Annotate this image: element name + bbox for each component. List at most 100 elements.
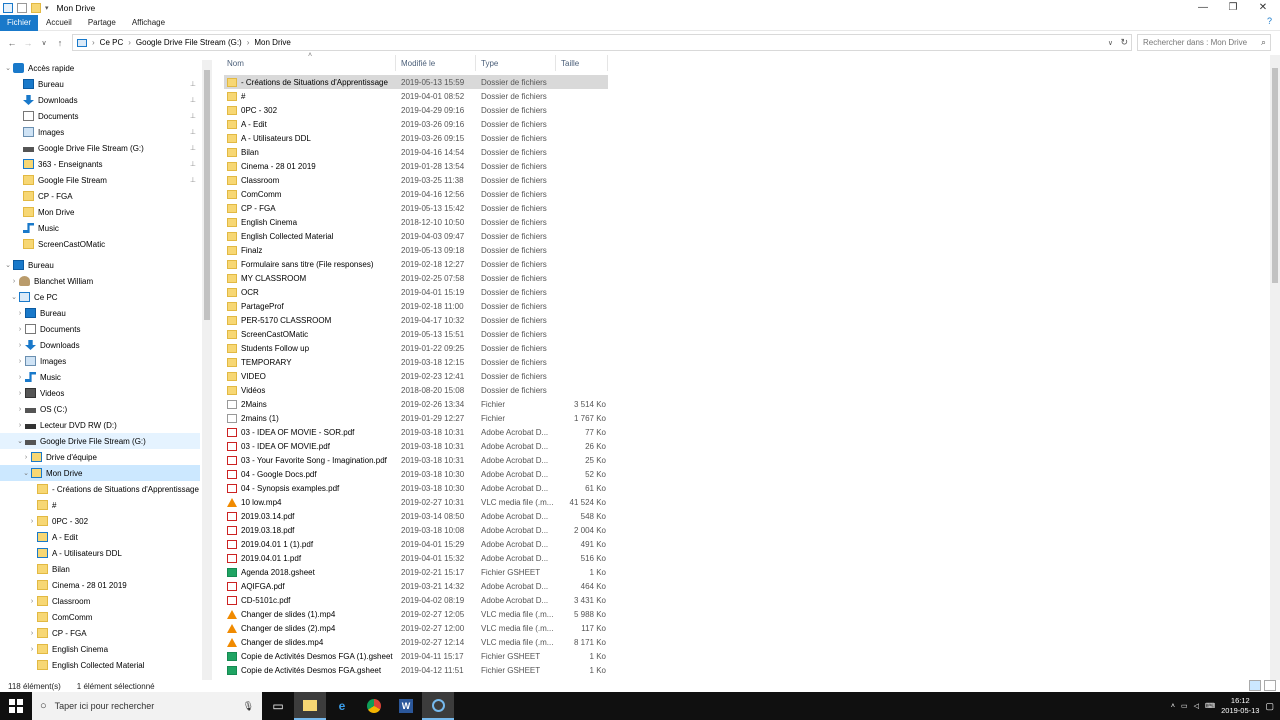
file-row[interactable]: Copie de Activités Desmos FGA (1).gsheet…	[224, 649, 608, 663]
chevron-right-icon[interactable]: ›	[15, 374, 25, 381]
file-row[interactable]: A - Edit 2019-03-26 09:16 Dossier de fichi…	[224, 117, 608, 131]
breadcrumb-mon-drive[interactable]: Mon Drive	[254, 38, 290, 47]
chevron-right-icon[interactable]: ›	[15, 326, 25, 333]
file-row[interactable]: 04 - Google Docs.pdf 2019-03-18 10:30 Adob…	[224, 467, 608, 481]
microphone-icon[interactable]: 🎙	[243, 701, 254, 712]
pin-icon[interactable]: ⊥	[190, 96, 196, 104]
volume-icon[interactable]: ◁	[1194, 702, 1199, 710]
chevron-down-icon[interactable]: ⌄	[3, 261, 13, 269]
chevron-right-icon[interactable]: ›	[27, 630, 37, 637]
file-row[interactable]: Formulaire sans titre (File responses) 20…	[224, 257, 608, 271]
customize-toolbar-chevron-icon[interactable]: ▾	[45, 4, 49, 12]
chevron-right-icon[interactable]: ›	[27, 646, 37, 653]
chevron-right-icon[interactable]: ›	[15, 390, 25, 397]
windows-start-icon[interactable]	[0, 692, 32, 720]
address-dropdown-icon[interactable]: ∨	[1108, 39, 1113, 47]
pin-icon[interactable]: ⊥	[190, 176, 196, 184]
file-row[interactable]: 03 - IDEA OF MOVIE.pdf 2019-03-18 10:31 Ad…	[224, 439, 608, 453]
pin-icon[interactable]: ⊥	[190, 128, 196, 136]
nav-item[interactable]: › Drive d'équipe	[0, 449, 200, 465]
nav-item[interactable]: ⌄ Accès rapide	[0, 60, 200, 76]
nav-item[interactable]: › English Cinema	[0, 641, 200, 657]
breadcrumb-google-drive[interactable]: Google Drive File Stream (G:)	[136, 38, 242, 47]
file-row[interactable]: 03 - IDEA OF MOVIE - SOR.pdf 2019-03-18 1…	[224, 425, 608, 439]
nav-item[interactable]: Music	[0, 220, 200, 236]
file-row[interactable]: 2019.03.18.pdf 2019-03-18 10:08 Adobe Acro…	[224, 523, 608, 537]
up-arrow-icon[interactable]: ↑	[52, 35, 68, 51]
tab-accueil[interactable]: Accueil	[38, 15, 80, 31]
file-row[interactable]: Agenda 2018.gsheet 2019-02-21 15:17 Fichie…	[224, 565, 608, 579]
nav-scrollbar-thumb[interactable]	[204, 70, 210, 320]
file-row[interactable]: 2Mains 2019-02-26 13:34 Fichier 3 514 Ko	[224, 397, 608, 411]
file-row[interactable]: Vidéos 2018-08-20 15:08 Dossier de fichier…	[224, 383, 608, 397]
file-row[interactable]: 04 - Synopsis examples.pdf 2019-03-18 10:…	[224, 481, 608, 495]
file-row[interactable]: MY CLASSROOM 2019-02-25 07:58 Dossier de f…	[224, 271, 608, 285]
nav-item[interactable]: - Créations de Situations d'Apprentissag…	[0, 481, 200, 497]
file-row[interactable]: ScreenCastOMatic 2019-05-13 15:51 Dossier …	[224, 327, 608, 341]
nav-item[interactable]: Images ⊥	[0, 124, 200, 140]
nav-item[interactable]: ⌄ Google Drive File Stream (G:)	[0, 433, 200, 449]
chevron-right-icon[interactable]: ›	[27, 518, 37, 525]
nav-item[interactable]: Bureau ⊥	[0, 76, 200, 92]
nav-item[interactable]: › 0PC - 302	[0, 513, 200, 529]
nav-item[interactable]: #	[0, 497, 200, 513]
file-row[interactable]: PartageProf 2019-02-18 11:00 Dossier de fi…	[224, 299, 608, 313]
nav-item[interactable]: › Documents	[0, 321, 200, 337]
refresh-icon[interactable]: ↻	[1120, 37, 1128, 48]
file-row[interactable]: - Créations de Situations d'Apprentissag…	[224, 75, 608, 89]
file-row[interactable]: Bilan 2019-04-16 14:54 Dossier de fichiers	[224, 145, 608, 159]
nav-item[interactable]: ⌄ Mon Drive	[0, 465, 200, 481]
clock[interactable]: 16:12 2019-05-13	[1221, 696, 1259, 716]
nav-item[interactable]: › OS (C:)	[0, 401, 200, 417]
chevron-right-icon[interactable]: ›	[15, 422, 25, 429]
nav-item[interactable]: Cinema - 28 01 2019	[0, 577, 200, 593]
large-icons-view-icon[interactable]	[1264, 680, 1276, 691]
chevron-right-icon[interactable]: ›	[9, 278, 19, 285]
file-explorer-taskbar-icon[interactable]	[294, 692, 326, 720]
column-header-date[interactable]: Modifié le	[396, 55, 476, 71]
nav-item[interactable]: Bilan	[0, 561, 200, 577]
tab-fichier[interactable]: Fichier	[0, 14, 39, 31]
chevron-right-icon[interactable]: ›	[15, 310, 25, 317]
nav-item[interactable]: Downloads ⊥	[0, 92, 200, 108]
word-app-icon[interactable]: W	[390, 692, 422, 720]
file-row[interactable]: #2019-04-01 08:52 Dossier de fichiers	[224, 89, 608, 103]
details-view-icon[interactable]	[1249, 680, 1261, 691]
nav-item[interactable]: › Videos	[0, 385, 200, 401]
nav-item[interactable]: ScreenCastOMatic	[0, 236, 200, 252]
file-row[interactable]: Classroom 2019-03-25 11:38 Dossier de fich…	[224, 173, 608, 187]
network-icon[interactable]: ▭	[1181, 702, 1188, 710]
file-row[interactable]: 10 low.mp4 2019-02-27 10:31 VLC media file…	[224, 495, 608, 509]
file-row[interactable]: 03 - Your Favorite Song - Imagination.pd…	[224, 453, 608, 467]
nav-item[interactable]: ⌄ Bureau	[0, 257, 200, 273]
file-row[interactable]: Students Follow up 2019-01-22 09:25 Dossie…	[224, 341, 608, 355]
nav-item[interactable]: Google File Stream ⊥	[0, 172, 200, 188]
nav-item[interactable]: Mon Drive	[0, 204, 200, 220]
pin-icon[interactable]: ⊥	[190, 144, 196, 152]
nav-item[interactable]: Documents ⊥	[0, 108, 200, 124]
file-row[interactable]: 2019.04.01 1.pdf 2019-04-01 15:32 Adobe Ac…	[224, 551, 608, 565]
nav-item[interactable]: A - Utilisateurs DDL	[0, 545, 200, 561]
recent-locations-chevron-icon[interactable]: ∨	[36, 35, 52, 51]
file-row[interactable]: A - Utilisateurs DDL 2019-03-26 09:15 Doss…	[224, 131, 608, 145]
chevron-right-icon[interactable]: ›	[27, 598, 37, 605]
help-icon[interactable]: ?	[1267, 16, 1272, 26]
nav-item[interactable]: › Images	[0, 353, 200, 369]
nav-item[interactable]: › CP - FGA	[0, 625, 200, 641]
pin-icon[interactable]: ⊥	[190, 160, 196, 168]
screen-recorder-icon[interactable]	[422, 692, 454, 720]
nav-item[interactable]: › Lecteur DVD RW (D:)	[0, 417, 200, 433]
tab-affichage[interactable]: Affichage	[124, 15, 173, 31]
nav-item[interactable]: CP - FGA	[0, 188, 200, 204]
file-row[interactable]: PER-5170 CLASSROOM 2019-04-17 10:32 Dossie…	[224, 313, 608, 327]
file-row[interactable]: CD-5101c.pdf 2019-04-02 08:19 Adobe Acroba…	[224, 593, 608, 607]
column-header-type[interactable]: Type	[476, 55, 556, 71]
task-view-icon[interactable]: ▭	[262, 692, 294, 720]
file-row[interactable]: Changer de slides (1).mp4 2019-02-27 12:0…	[224, 607, 608, 621]
nav-item[interactable]: › Music	[0, 369, 200, 385]
forward-arrow-icon[interactable]: →	[20, 35, 36, 51]
file-row[interactable]: CP - FGA 2019-05-13 15:42 Dossier de fichi…	[224, 201, 608, 215]
file-row[interactable]: 2mains (1) 2019-01-29 12:27 Fichier 1 767 K…	[224, 411, 608, 425]
nav-item[interactable]: English Collected Material	[0, 657, 200, 673]
taskbar-search-input[interactable]: ○ Taper ici pour rechercher 🎙	[32, 692, 262, 720]
